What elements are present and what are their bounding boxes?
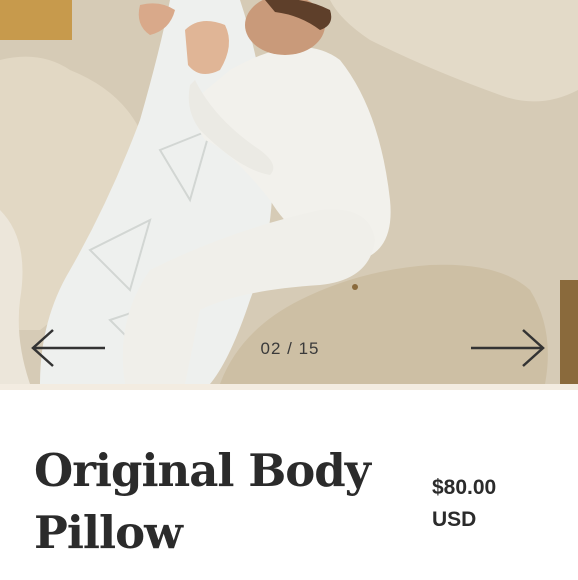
image-counter: 02 / 15 — [260, 339, 320, 358]
arrow-right-icon — [471, 329, 545, 367]
next-image-button[interactable] — [466, 322, 548, 374]
product-image-carousel[interactable]: 02 / 15 — [0, 0, 578, 384]
price-amount: $80.00 — [432, 476, 497, 499]
product-title: Original Body Pillow — [34, 444, 371, 559]
product-price: $80.00 USD — [432, 472, 552, 536]
previous-image-button[interactable] — [28, 322, 110, 374]
price-currency: USD — [432, 508, 477, 531]
arrow-left-icon — [31, 329, 105, 367]
section-divider — [0, 384, 578, 390]
